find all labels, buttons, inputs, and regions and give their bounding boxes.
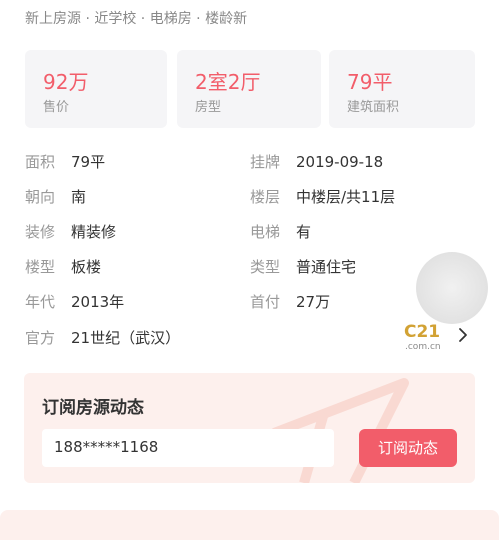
detail-down-payment: 首付 27万 <box>250 291 330 312</box>
detail-year: 年代 2013年 <box>25 291 124 312</box>
tag-separator: · <box>136 11 150 27</box>
agency-logo-domain: .com.cn <box>405 342 441 352</box>
phone-input[interactable]: 188*****1168 <box>42 429 334 467</box>
layout-label: 房型 <box>195 100 222 115</box>
floating-chat-bubble[interactable] <box>416 252 488 324</box>
detail-key: 官方 <box>25 329 56 347</box>
detail-property-type: 类型 普通住宅 <box>250 256 356 277</box>
detail-elevator: 电梯有 <box>250 221 311 242</box>
feature-tags: 新上房源 · 近学校 · 电梯房 · 楼龄新 <box>25 8 247 28</box>
detail-key: 楼层 <box>250 188 281 206</box>
key-stats: 92万 售价 2室2厅 房型 79平 建筑面积 <box>25 50 475 128</box>
layout-value: 2室2厅 <box>195 70 261 94</box>
area-label: 建筑面积 <box>347 100 400 115</box>
detail-key: 挂牌 <box>250 153 281 171</box>
detail-listed-date: 挂牌 2019-09-18 <box>250 151 383 172</box>
detail-value: 2013年 <box>71 293 125 311</box>
chevron-right-icon[interactable] <box>456 325 470 345</box>
detail-building-type: 楼型 板楼 <box>25 256 101 277</box>
tag-separator: · <box>81 11 95 27</box>
detail-value: 27万 <box>296 293 331 311</box>
detail-value: 中楼层/共11层 <box>296 188 396 206</box>
tag: 楼龄新 <box>205 11 248 27</box>
price-card: 92万 售价 <box>25 50 167 128</box>
tag: 近学校 <box>94 11 137 27</box>
agency-logo[interactable]: C21 .com.cn <box>402 322 442 352</box>
price-label: 售价 <box>43 100 70 115</box>
subscribe-panel: 订阅房源动态 188*****1168 订阅动态 <box>24 373 475 483</box>
tag-separator: · <box>191 11 206 27</box>
detail-agency[interactable]: 官方 21世纪（武汉） <box>25 327 180 348</box>
detail-value: 南 <box>71 188 87 206</box>
detail-value: 2019-09-18 <box>296 153 384 171</box>
subscribe-button[interactable]: 订阅动态 <box>359 429 457 467</box>
phone-value: 188*****1168 <box>54 438 159 456</box>
detail-key: 朝向 <box>25 188 56 206</box>
tag: 电梯房 <box>149 11 192 27</box>
detail-key: 电梯 <box>250 223 281 241</box>
detail-key: 面积 <box>25 153 56 171</box>
detail-value: 21世纪（武汉） <box>71 329 181 347</box>
price-value: 92万 <box>43 70 89 94</box>
area-value: 79平 <box>347 70 393 94</box>
detail-decoration: 装修 精装修 <box>25 221 116 242</box>
agency-logo-mark: C21 <box>404 322 441 342</box>
detail-value: 精装修 <box>71 223 117 241</box>
detail-key: 装修 <box>25 223 56 241</box>
detail-value: 普通住宅 <box>296 258 357 276</box>
next-section-card <box>0 510 499 540</box>
detail-orientation: 朝向南 <box>25 186 86 207</box>
detail-area: 面积 79平 <box>25 151 105 172</box>
detail-key: 年代 <box>25 293 56 311</box>
subscribe-title: 订阅房源动态 <box>42 398 144 418</box>
detail-value: 板楼 <box>71 258 102 276</box>
layout-card: 2室2厅 房型 <box>177 50 321 128</box>
detail-floor: 楼层 中楼层/共11层 <box>250 186 395 207</box>
tag: 新上房源 <box>25 11 81 27</box>
detail-key: 类型 <box>250 258 281 276</box>
detail-key: 首付 <box>250 293 281 311</box>
detail-value: 79平 <box>71 153 106 171</box>
detail-key: 楼型 <box>25 258 56 276</box>
detail-value: 有 <box>296 223 312 241</box>
area-card: 79平 建筑面积 <box>329 50 475 128</box>
